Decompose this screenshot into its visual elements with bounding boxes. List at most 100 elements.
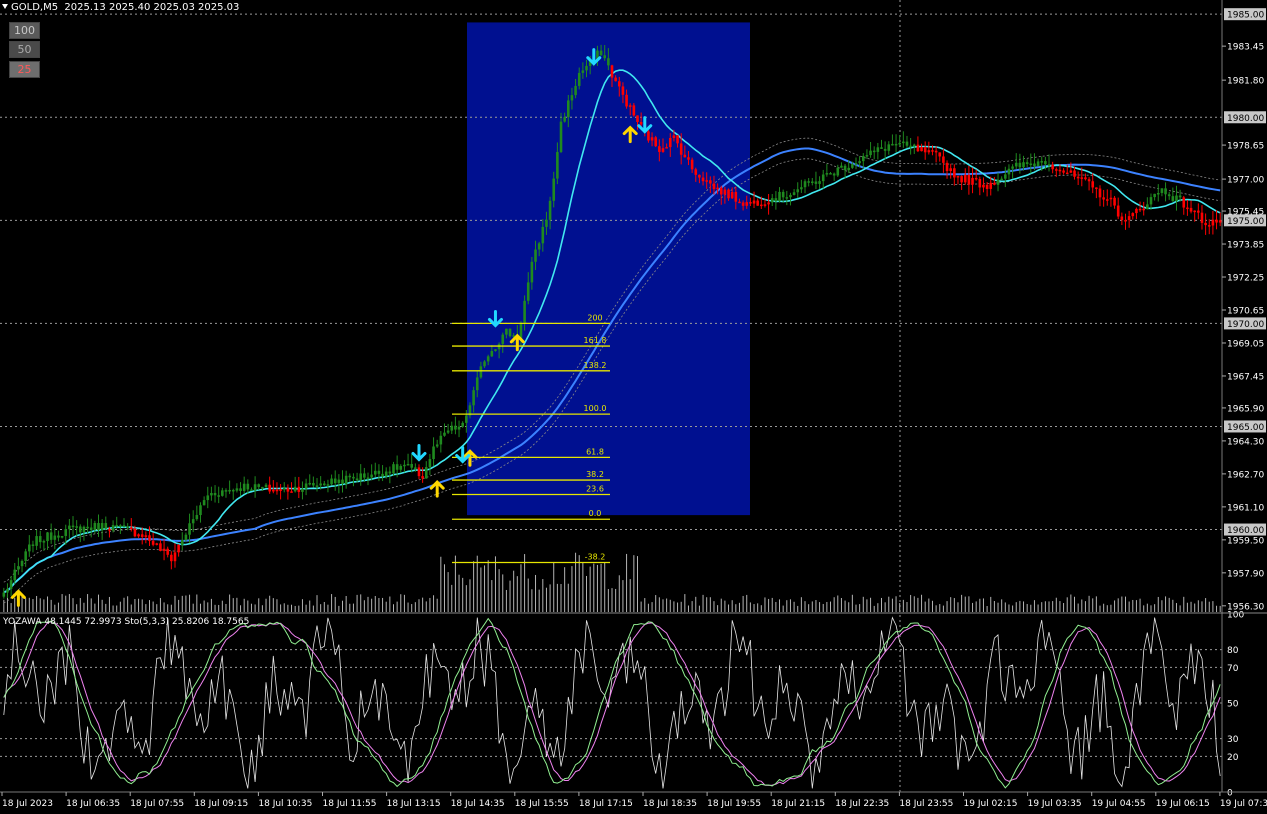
price-bar-body	[599, 50, 603, 56]
price-axis-label: 1960.00	[1227, 526, 1264, 536]
price-bar-body	[556, 151, 559, 179]
price-bar-body	[384, 471, 388, 477]
price-axis-label: 1980.00	[1227, 114, 1264, 124]
price-bar-body	[31, 544, 35, 547]
price-bar-body	[17, 566, 20, 570]
price-bar-body	[1109, 197, 1113, 200]
chart-canvas[interactable]: 200161.8138.2100.061.838.223.60.0-38.2 1…	[0, 0, 1267, 814]
indicator-axis-label: 0	[1227, 789, 1233, 799]
price-bar-body	[268, 484, 271, 492]
price-bar-body	[723, 189, 727, 195]
zoom-button-25[interactable]: 25	[9, 61, 40, 78]
price-bar-body	[840, 165, 843, 168]
price-bar-body	[960, 176, 963, 183]
price-axis-label: 1985.00	[1227, 11, 1264, 21]
price-bar-body	[224, 490, 228, 492]
price-bar-body	[701, 177, 705, 182]
price-bar-body	[417, 467, 421, 477]
price-bar-body	[1062, 170, 1065, 173]
price-bar-body	[891, 143, 894, 146]
price-bar-body	[898, 142, 902, 145]
price-bar-body	[687, 157, 690, 160]
price-bar-body	[1120, 216, 1124, 221]
price-bar-body	[647, 131, 650, 141]
price-bar-body	[636, 115, 639, 122]
price-bar-body	[184, 534, 188, 541]
price-bar-body	[322, 483, 326, 486]
price-bar-body	[490, 350, 494, 357]
price-bar-body	[261, 486, 264, 489]
menu-triangle-icon[interactable]	[2, 4, 8, 9]
price-bar-body	[537, 243, 541, 250]
price-bar-body	[46, 532, 49, 542]
price-bar-body	[843, 165, 847, 171]
price-bar-body	[195, 515, 199, 520]
price-bar-body	[978, 179, 982, 188]
price-bar-body	[1160, 188, 1164, 193]
price-bar-body	[865, 155, 869, 157]
price-axis-label: 1961.10	[1227, 503, 1264, 513]
price-bar-body	[348, 475, 352, 478]
time-axis-label: 18 Jul 10:35	[258, 799, 312, 809]
price-bar-body	[1095, 187, 1098, 189]
price-bar-body	[905, 141, 909, 146]
price-bar-body	[162, 548, 166, 551]
price-bar-body	[1211, 219, 1215, 226]
price-bar-body	[534, 249, 537, 262]
price-bar-body	[264, 484, 268, 488]
price-bar-body	[1164, 188, 1167, 195]
price-bar-body	[1193, 210, 1196, 213]
price-axis-label: 1970.00	[1227, 320, 1264, 330]
price-bar-body	[173, 552, 177, 562]
time-axis-label: 18 Jul 2023	[2, 799, 53, 809]
price-bar-body	[734, 191, 738, 202]
price-bar-body	[370, 474, 373, 478]
price-bar-body	[1004, 174, 1007, 179]
price-bar-body	[104, 523, 108, 529]
time-axis-label: 19 Jul 03:35	[1028, 799, 1082, 809]
time-axis-label: 18 Jul 22:35	[835, 799, 889, 809]
price-axis-label: 1965.00	[1227, 423, 1264, 433]
price-bar-body	[741, 202, 745, 206]
price-bar-body	[486, 356, 490, 362]
price-bar-body	[344, 475, 348, 484]
highlight-box	[467, 22, 750, 516]
price-bar-body	[414, 467, 417, 469]
zoom-button-50[interactable]: 50	[9, 41, 40, 58]
price-bar-body	[705, 180, 708, 182]
price-bar-body	[410, 464, 414, 468]
price-bar-body	[770, 198, 774, 203]
zoom-button-100[interactable]: 100	[9, 22, 40, 39]
price-bar-body	[581, 70, 585, 73]
price-bar-body	[403, 464, 406, 467]
price-bar-body	[923, 147, 927, 153]
price-bar-body	[293, 486, 297, 492]
time-axis-label: 18 Jul 18:35	[643, 799, 697, 809]
price-bar-body	[559, 121, 563, 152]
price-bar-body	[829, 173, 832, 175]
price-bar-body	[861, 155, 865, 162]
price-bar-body	[1000, 178, 1003, 181]
price-bar-body	[1029, 163, 1033, 166]
price-bar-body	[570, 95, 574, 101]
price-bar-body	[942, 156, 945, 163]
price-bar-body	[661, 148, 665, 152]
price-bar-body	[872, 150, 876, 153]
price-axis-label: 1975.00	[1227, 217, 1264, 227]
price-bar-body	[421, 476, 424, 479]
price-bar-body	[1058, 169, 1062, 172]
price-bar-body	[272, 489, 275, 492]
price-axis-label: 1970.65	[1227, 307, 1264, 317]
price-bar-body	[505, 328, 508, 335]
price-bar-body	[282, 488, 286, 490]
price-bar-body	[1178, 195, 1182, 198]
indicator-axis-label: 70	[1227, 664, 1239, 674]
price-bar-body	[246, 483, 250, 490]
price-bar-body	[341, 479, 344, 484]
price-bar-body	[1127, 216, 1131, 221]
price-bar-body	[1215, 219, 1218, 223]
arrow-up-icon	[10, 589, 26, 607]
arrow-down-icon	[411, 443, 427, 462]
time-axis-label: 18 Jul 14:35	[451, 799, 505, 809]
price-bar-body	[927, 150, 931, 153]
